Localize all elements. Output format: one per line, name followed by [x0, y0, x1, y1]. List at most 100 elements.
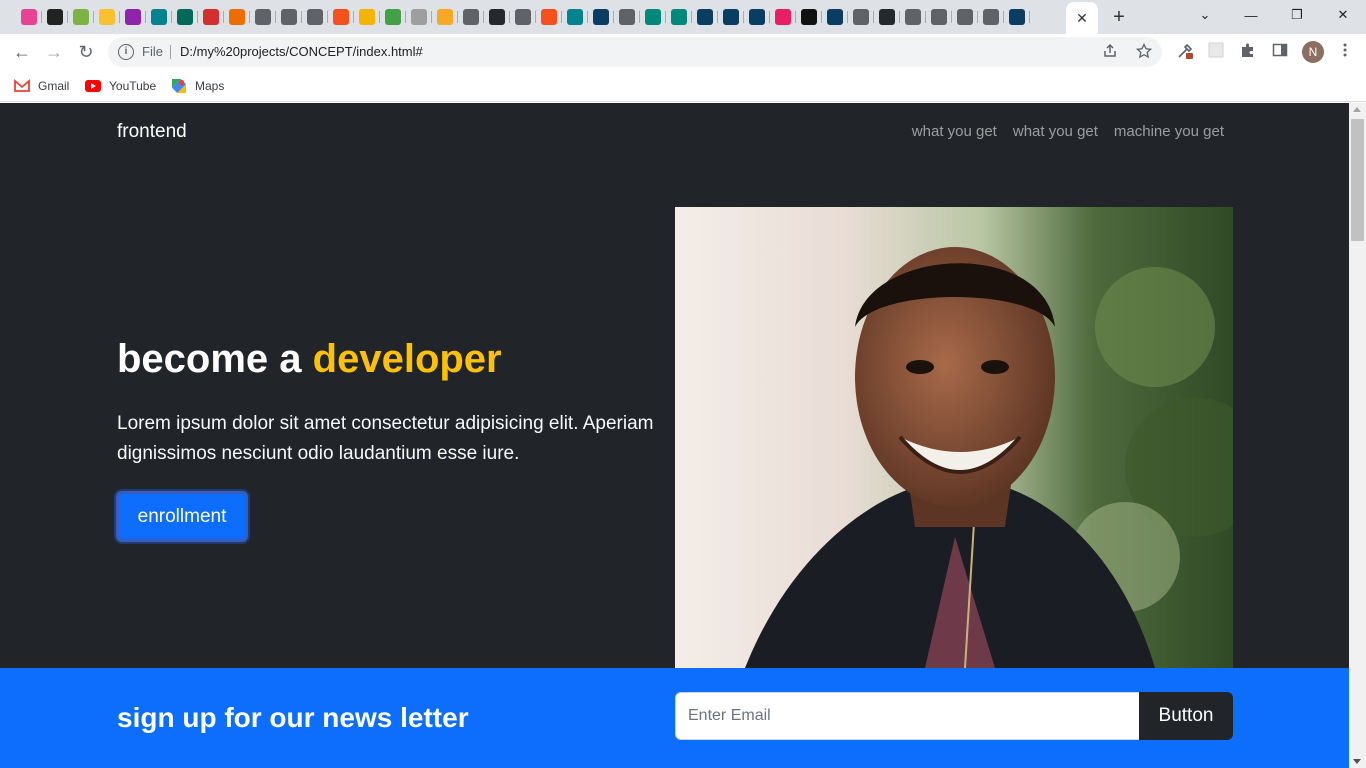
reload-button[interactable]: ↻ — [74, 41, 98, 63]
favicon-icon — [801, 9, 817, 25]
tab-favicon[interactable] — [770, 6, 796, 28]
scroll-up-arrow-icon[interactable] — [1353, 107, 1361, 112]
restore-button[interactable]: ❐ — [1274, 0, 1320, 30]
tab-favicon[interactable] — [1004, 6, 1030, 28]
hero-image — [675, 207, 1233, 668]
scroll-down-arrow-icon[interactable] — [1353, 759, 1361, 764]
tab-favicon[interactable] — [588, 6, 614, 28]
favicon-icon — [177, 9, 193, 25]
profile-avatar[interactable]: N — [1302, 41, 1324, 63]
tab-favicon[interactable] — [42, 6, 68, 28]
smiling-man-photo — [675, 207, 1233, 668]
forward-button[interactable]: → — [42, 41, 66, 63]
address-bar[interactable]: i File D:/my%20projects/CONCEPT/index.ht… — [108, 37, 1162, 67]
favicon-icon — [281, 9, 297, 25]
tab-favicon[interactable] — [822, 6, 848, 28]
minimize-button[interactable]: — — [1228, 0, 1274, 30]
favicon-icon — [489, 9, 505, 25]
favicon-icon — [775, 9, 791, 25]
newsletter-title: sign up for our news letter — [117, 702, 469, 733]
tab-favicon[interactable] — [94, 6, 120, 28]
tab-favicon[interactable] — [796, 6, 822, 28]
tab-favicon[interactable] — [874, 6, 900, 28]
back-button[interactable]: ← — [10, 41, 34, 63]
newsletter-submit-button[interactable]: Button — [1139, 692, 1233, 740]
tab-favicon[interactable] — [640, 6, 666, 28]
navbar-brand[interactable]: frontend — [117, 121, 187, 143]
tab-favicon[interactable] — [614, 6, 640, 28]
site-info-icon[interactable]: i — [118, 44, 134, 60]
tab-favicon[interactable] — [380, 6, 406, 28]
gmail-icon — [14, 79, 30, 92]
tab-favicon[interactable] — [302, 6, 328, 28]
favicon-icon — [515, 9, 531, 25]
favicon-icon — [931, 9, 947, 25]
favicon-icon — [411, 9, 427, 25]
active-tab[interactable]: ✕ — [1066, 2, 1098, 34]
tab-favicon[interactable] — [666, 6, 692, 28]
tab-favicon[interactable] — [276, 6, 302, 28]
tab-favicon[interactable] — [120, 6, 146, 28]
tab-search-icon[interactable]: ⌄ — [1182, 0, 1228, 30]
new-tab-button[interactable]: + — [1108, 6, 1130, 28]
tab-favicon[interactable] — [848, 6, 874, 28]
tab-favicon[interactable] — [978, 6, 1004, 28]
nav-link-what-you-get-2[interactable]: what you get — [1013, 123, 1098, 140]
url-text[interactable]: D:/my%20projects/CONCEPT/index.html# — [180, 44, 423, 59]
nav-link-machine-you-get[interactable]: machine you get — [1114, 123, 1224, 140]
tab-favicon[interactable] — [718, 6, 744, 28]
tab-favicon[interactable] — [406, 6, 432, 28]
tab-favicon[interactable] — [744, 6, 770, 28]
favicon-icon — [749, 9, 765, 25]
tab-favicon[interactable] — [562, 6, 588, 28]
tab-favicon[interactable] — [198, 6, 224, 28]
tab-favicon[interactable] — [354, 6, 380, 28]
tab-favicon[interactable] — [484, 6, 510, 28]
email-input[interactable] — [675, 692, 1140, 740]
bookmark-star-icon[interactable] — [1136, 43, 1152, 59]
side-panel-icon[interactable] — [1272, 42, 1288, 58]
extension-grid-icon[interactable] — [1208, 42, 1224, 58]
tab-favicon[interactable] — [328, 6, 354, 28]
newsletter-section: sign up for our news letter Button — [0, 668, 1349, 768]
favicon-icon — [541, 9, 557, 25]
tab-favicon[interactable] — [536, 6, 562, 28]
tab-favicon[interactable] — [224, 6, 250, 28]
nav-link-what-you-get-1[interactable]: what you get — [912, 123, 997, 140]
enrollment-button[interactable]: enrollment — [116, 491, 248, 542]
tab-close-icon[interactable]: ✕ — [1076, 10, 1088, 27]
tab-favicon[interactable] — [510, 6, 536, 28]
tab-favicon[interactable] — [250, 6, 276, 28]
favicon-icon — [73, 9, 89, 25]
headline-accent: developer — [312, 337, 502, 381]
tab-favicon[interactable] — [692, 6, 718, 28]
close-window-button[interactable]: ✕ — [1320, 0, 1366, 30]
favicon-icon — [879, 9, 895, 25]
extensions-puzzle-icon[interactable] — [1240, 42, 1256, 58]
bookmark-gmail[interactable]: Gmail — [14, 77, 69, 95]
tab-list — [16, 6, 1030, 28]
extension-dropper-icon[interactable] — [1176, 42, 1194, 60]
scroll-thumb[interactable] — [1351, 119, 1364, 241]
tab-favicon[interactable] — [432, 6, 458, 28]
bookmark-maps[interactable]: Maps — [171, 77, 224, 95]
share-icon[interactable] — [1102, 43, 1118, 59]
tab-favicon[interactable] — [926, 6, 952, 28]
favicon-icon — [723, 9, 739, 25]
favicon-icon — [671, 9, 687, 25]
tab-favicon[interactable] — [172, 6, 198, 28]
tab-favicon[interactable] — [458, 6, 484, 28]
favicon-icon — [463, 9, 479, 25]
youtube-icon — [85, 80, 101, 92]
bookmark-youtube[interactable]: YouTube — [85, 77, 156, 95]
tab-favicon[interactable] — [16, 6, 42, 28]
tab-favicon[interactable] — [68, 6, 94, 28]
tab-favicon[interactable] — [900, 6, 926, 28]
omnibox-divider — [170, 45, 171, 59]
tab-favicon[interactable] — [146, 6, 172, 28]
tab-favicon[interactable] — [952, 6, 978, 28]
favicon-icon — [21, 9, 37, 25]
page-scrollbar[interactable] — [1349, 103, 1366, 768]
window-controls: ⌄ — ❐ ✕ — [1182, 0, 1366, 34]
kebab-menu-icon[interactable] — [1337, 42, 1353, 58]
